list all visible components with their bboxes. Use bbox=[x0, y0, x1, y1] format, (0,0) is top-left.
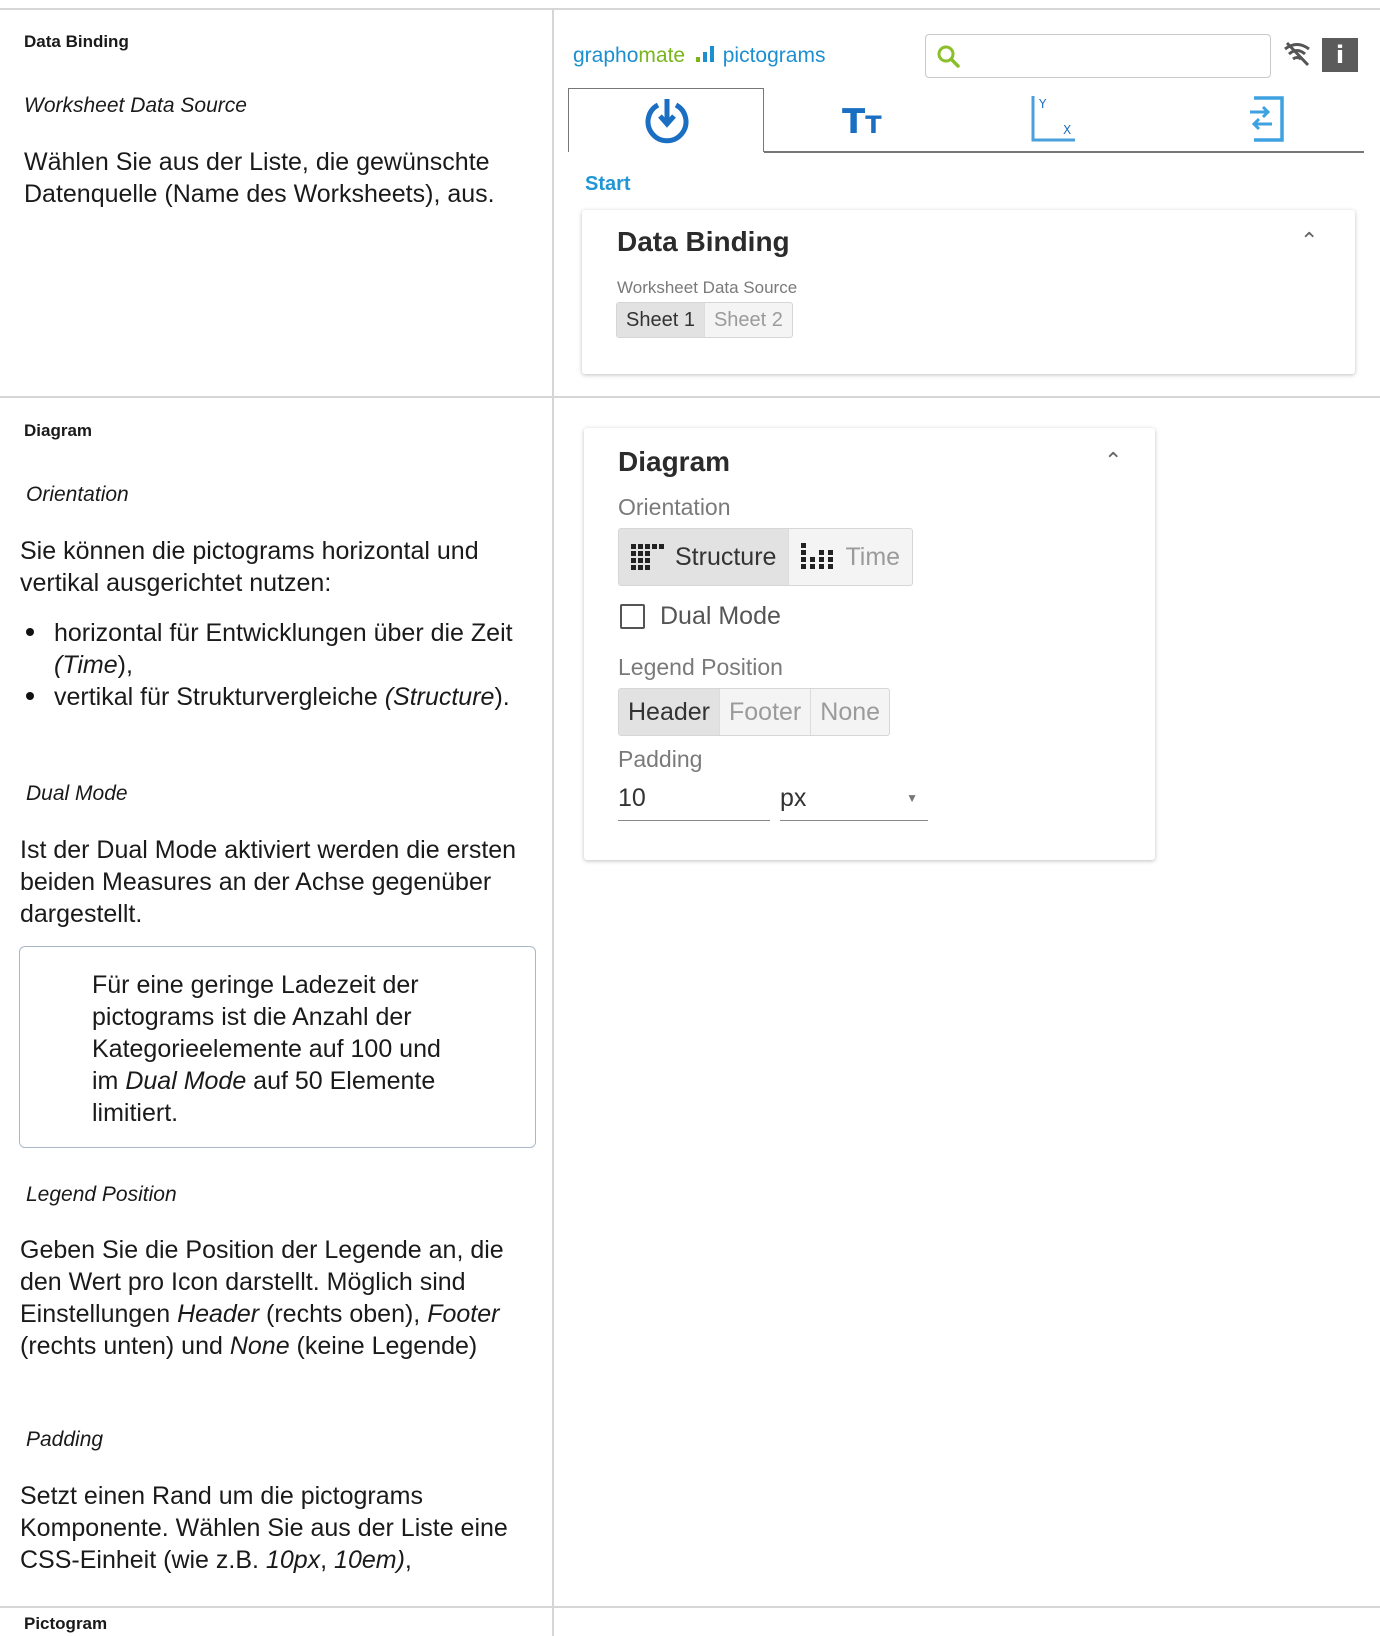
info-button[interactable]: i bbox=[1322, 38, 1358, 72]
subtitle-orientation: Orientation bbox=[26, 483, 129, 506]
table-row-divider bbox=[0, 396, 1380, 398]
tab-bar: TT Y X bbox=[568, 88, 1364, 153]
svg-text:Y: Y bbox=[1038, 97, 1047, 111]
tab-text[interactable]: TT bbox=[764, 88, 964, 150]
note-panel: Für eine geringe Ladezeit der pictograms… bbox=[19, 946, 536, 1148]
tab-underline bbox=[764, 151, 1364, 153]
diagram-card: Diagram ⌃ Orientation Structure Time Dua… bbox=[584, 428, 1155, 860]
worksheet-selector: Sheet 1 Sheet 2 bbox=[616, 302, 793, 338]
search-icon bbox=[937, 45, 960, 68]
section-title-pictogram: Pictogram bbox=[24, 1614, 108, 1633]
svg-text:X: X bbox=[1063, 123, 1071, 137]
collapse-chevron-icon[interactable]: ⌃ bbox=[1300, 228, 1318, 254]
time-option-label: Time bbox=[845, 542, 901, 571]
note-text: Für eine geringe Ladezeit der pictograms… bbox=[92, 971, 441, 1127]
footer-option[interactable]: Footer bbox=[719, 689, 810, 735]
list-item: vertikal für Strukturvergleiche (Structu… bbox=[20, 681, 540, 713]
data-binding-card: Data Binding ⌃ Worksheet Data Source She… bbox=[582, 210, 1355, 374]
legend-position-label: Legend Position bbox=[618, 654, 783, 680]
legend-position-description: Geben Sie die Position der Legende an, d… bbox=[20, 1236, 504, 1360]
padding-unit-select[interactable]: px ▼ bbox=[780, 780, 928, 821]
orientation-label: Orientation bbox=[618, 494, 731, 520]
legend-position-selector: Header Footer None bbox=[618, 688, 891, 736]
text-style-icon: TT bbox=[842, 102, 882, 142]
data-binding-description: Wählen Sie aus der Liste, die gewünschte… bbox=[24, 148, 495, 208]
dual-mode-label: Dual Mode bbox=[660, 602, 781, 630]
orientation-selector: Structure Time bbox=[618, 528, 914, 586]
axis-icon: Y X bbox=[1031, 96, 1075, 142]
start-heading: Start bbox=[585, 173, 631, 195]
table-top-border bbox=[0, 8, 1380, 10]
padding-description: Setzt einen Rand um die pictograms Kompo… bbox=[20, 1482, 508, 1574]
sheet-2-option[interactable]: Sheet 2 bbox=[703, 303, 792, 337]
structure-icon bbox=[631, 544, 664, 570]
subtitle-worksheet-data-source: Worksheet Data Source bbox=[24, 94, 247, 117]
bar-chart-icon bbox=[695, 46, 714, 62]
dual-mode-description: Ist der Dual Mode aktiviert werden die e… bbox=[20, 836, 517, 928]
time-option[interactable]: Time bbox=[788, 529, 912, 585]
tab-start[interactable] bbox=[568, 88, 764, 152]
dropdown-caret-icon: ▼ bbox=[906, 791, 918, 805]
padding-label: Padding bbox=[618, 746, 703, 772]
sheet-1-option[interactable]: Sheet 1 bbox=[617, 303, 704, 337]
tab-axis[interactable]: Y X bbox=[964, 88, 1164, 150]
table-column-divider bbox=[552, 8, 554, 1636]
structure-option-label: Structure bbox=[675, 542, 777, 571]
wifi-off-icon[interactable] bbox=[1282, 40, 1312, 68]
subtitle-legend-position: Legend Position bbox=[26, 1183, 177, 1206]
subtitle-dual-mode: Dual Mode bbox=[26, 782, 128, 805]
tab-export[interactable] bbox=[1164, 88, 1364, 150]
orientation-description: Sie können die pictograms horizontal und… bbox=[20, 537, 479, 597]
collapse-chevron-icon[interactable]: ⌃ bbox=[1104, 448, 1122, 474]
orientation-bullet-list: horizontal für Entwicklungen über die Ze… bbox=[20, 617, 540, 713]
dual-mode-checkbox[interactable] bbox=[620, 604, 645, 629]
structure-option[interactable]: Structure bbox=[619, 529, 789, 585]
card-title: Diagram bbox=[618, 446, 731, 477]
export-icon bbox=[1250, 96, 1284, 142]
none-option[interactable]: None bbox=[810, 689, 889, 735]
padding-unit-value: px bbox=[780, 784, 807, 812]
start-icon bbox=[645, 99, 689, 144]
padding-value-input[interactable]: 10 bbox=[618, 780, 770, 821]
section-title-diagram: Diagram bbox=[24, 421, 93, 440]
section-title-data-binding: Data Binding bbox=[24, 32, 129, 51]
brand-logo: graphomate pictograms bbox=[573, 44, 826, 67]
search-input[interactable] bbox=[925, 34, 1271, 78]
table-row-divider bbox=[0, 1606, 1380, 1608]
subtitle-padding: Padding bbox=[26, 1428, 104, 1451]
card-title: Data Binding bbox=[617, 226, 790, 257]
header-option[interactable]: Header bbox=[619, 689, 719, 735]
list-item: horizontal für Entwicklungen über die Ze… bbox=[20, 617, 540, 681]
worksheet-data-source-label: Worksheet Data Source bbox=[617, 278, 798, 297]
time-icon bbox=[801, 543, 834, 569]
